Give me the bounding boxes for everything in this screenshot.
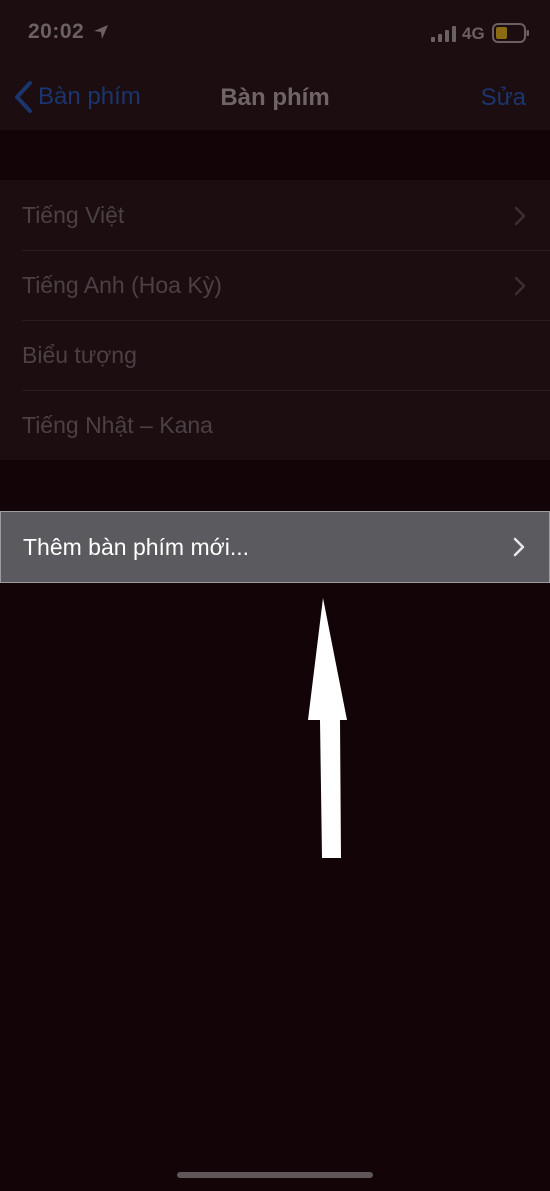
location-arrow-icon <box>94 25 108 39</box>
keyboard-settings-screen: 20:02 4G Bàn phím Bàn phím Sửa Tiếng Việ… <box>0 0 550 1191</box>
battery-icon <box>492 23 529 43</box>
edit-button[interactable]: Sửa <box>481 84 526 112</box>
keyboard-item-japanese-kana[interactable]: Tiếng Nhật – Kana <box>0 390 550 460</box>
keyboard-item-vietnamese[interactable]: Tiếng Việt <box>0 180 550 250</box>
chevron-right-icon <box>514 276 526 296</box>
chevron-right-icon <box>513 537 525 557</box>
keyboard-item-label: Tiếng Anh (Hoa Kỳ) <box>22 271 222 298</box>
home-indicator[interactable] <box>177 1172 373 1178</box>
keyboard-item-label: Biểu tượng <box>22 341 137 368</box>
status-bar: 20:02 4G <box>0 0 550 66</box>
keyboard-item-label: Tiếng Việt <box>22 201 125 228</box>
page-title: Bàn phím <box>220 84 330 111</box>
chevron-right-icon <box>514 206 526 226</box>
add-new-keyboard-button[interactable]: Thêm bàn phím mới... <box>0 511 550 583</box>
up-arrow-annotation-icon <box>308 598 347 858</box>
navigation-bar: Bàn phím Bàn phím Sửa <box>0 66 550 130</box>
keyboard-item-english-us[interactable]: Tiếng Anh (Hoa Kỳ) <box>0 250 550 320</box>
status-time: 20:02 <box>28 20 85 43</box>
add-new-keyboard-label: Thêm bàn phím mới... <box>23 533 249 560</box>
keyboard-item-label: Tiếng Nhật – Kana <box>22 411 213 438</box>
network-type-label: 4G <box>462 24 485 43</box>
keyboard-item-emoji[interactable]: Biểu tượng <box>0 320 550 390</box>
keyboard-list: Tiếng Việt Tiếng Anh (Hoa Kỳ) Biểu tượng… <box>0 180 550 460</box>
cellular-signal-icon <box>431 26 456 42</box>
